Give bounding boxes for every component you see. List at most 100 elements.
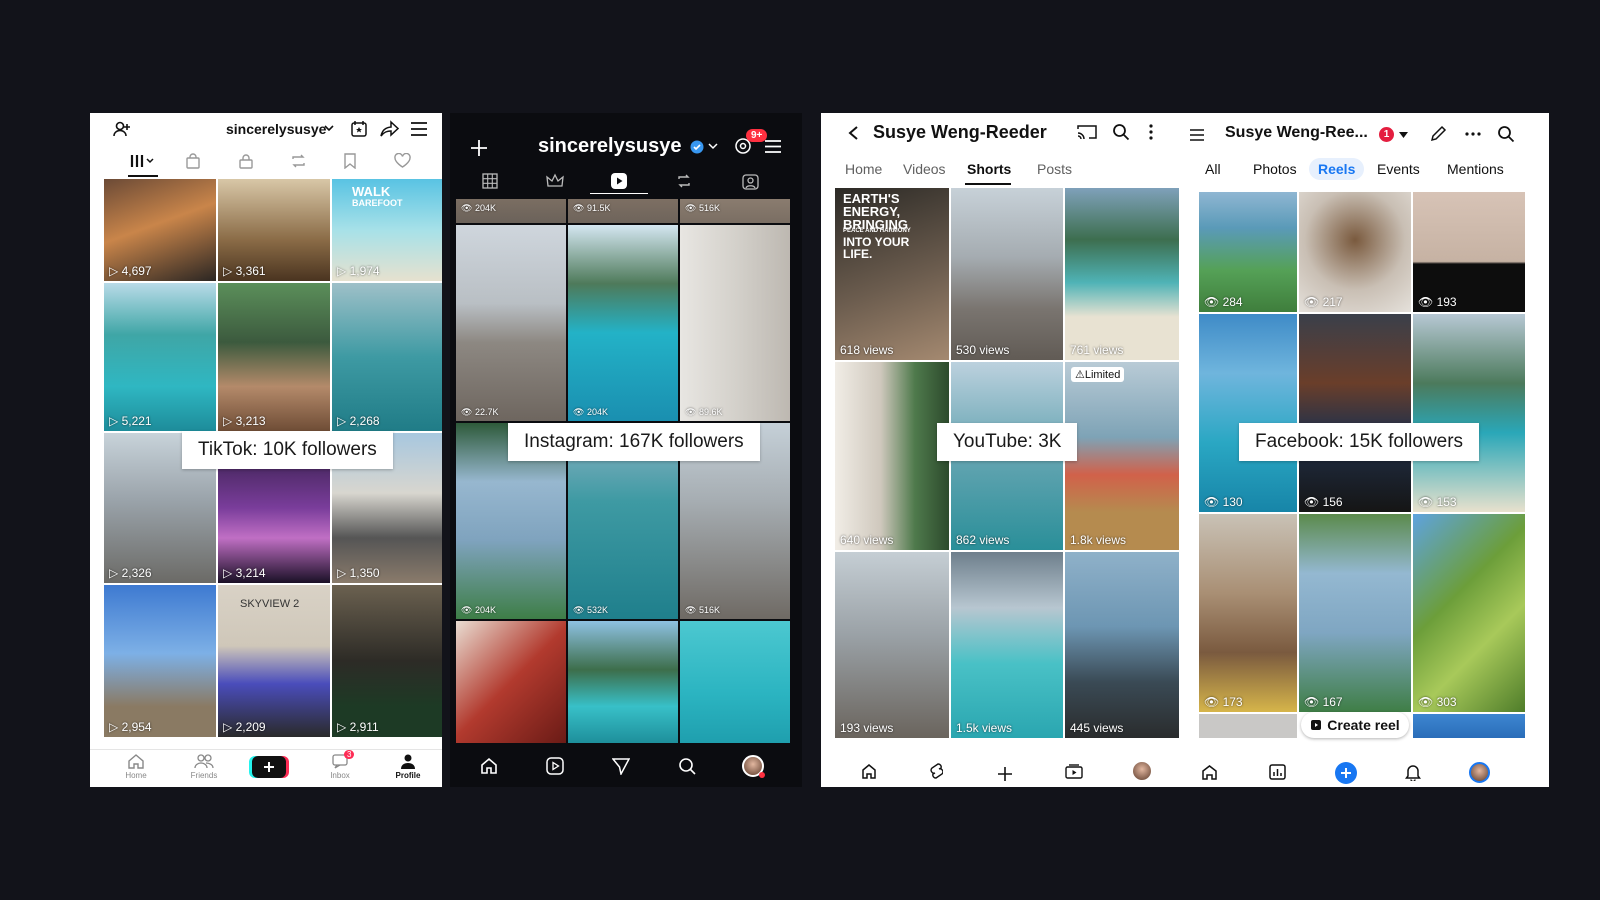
- instagram-username[interactable]: sincerelysusye: [538, 135, 681, 158]
- home-icon[interactable]: [861, 763, 877, 779]
- short-thumbnail[interactable]: 193 views: [835, 552, 949, 738]
- reel-thumbnail[interactable]: 👁 204K: [568, 225, 678, 421]
- back-arrow-icon[interactable]: [847, 125, 859, 141]
- reel-thumbnail[interactable]: 👁 156: [1299, 314, 1411, 512]
- edit-pencil-icon[interactable]: [1430, 125, 1447, 142]
- short-thumbnail[interactable]: 640 views: [835, 362, 949, 550]
- reel-thumbnail[interactable]: 👁 91.5K: [568, 199, 678, 223]
- short-thumbnail[interactable]: 445 views: [1065, 552, 1179, 738]
- lock-icon[interactable]: [238, 153, 254, 169]
- tab-all[interactable]: All: [1205, 161, 1221, 177]
- video-thumbnail[interactable]: ▷ 2,268: [332, 283, 442, 431]
- heart-icon[interactable]: [394, 153, 411, 169]
- nav-profile[interactable]: Profile: [378, 753, 438, 780]
- tagged-tab-icon[interactable]: [742, 173, 759, 190]
- video-thumbnail[interactable]: ▷ 5,221: [104, 283, 216, 431]
- video-thumbnail[interactable]: WALK BAREFOOT ▷ 1,974: [332, 179, 442, 281]
- home-icon[interactable]: [1201, 764, 1218, 780]
- short-thumbnail[interactable]: 761 views: [1065, 188, 1179, 360]
- tab-shorts[interactable]: Shorts: [967, 161, 1011, 177]
- tab-events[interactable]: Events: [1377, 161, 1420, 177]
- avatar[interactable]: [1133, 762, 1151, 780]
- reel-thumbnail[interactable]: 👁 173: [1199, 514, 1297, 712]
- menu-icon[interactable]: [410, 121, 428, 137]
- repost-icon[interactable]: [290, 153, 307, 169]
- reel-thumbnail[interactable]: 👁 22.7K: [456, 225, 566, 421]
- reposts-tab-icon[interactable]: [676, 173, 692, 189]
- share-icon[interactable]: [380, 120, 399, 138]
- short-thumbnail[interactable]: EARTH'S ENERGY, BRINGING PEACE AND HARMO…: [835, 188, 949, 360]
- page-name[interactable]: Susye Weng-Ree...: [1225, 124, 1368, 142]
- insights-icon[interactable]: [1269, 764, 1286, 780]
- add-friend-icon[interactable]: [112, 119, 132, 139]
- reel-thumbnail[interactable]: 👁 153: [1413, 314, 1525, 512]
- plus-icon[interactable]: [470, 139, 488, 157]
- chevron-down-icon[interactable]: [708, 143, 718, 150]
- reel-thumbnail[interactable]: [568, 621, 678, 743]
- video-thumbnail[interactable]: ▷ 2,954: [104, 585, 216, 737]
- more-vertical-icon[interactable]: [1149, 124, 1153, 140]
- tab-videos[interactable]: Videos: [903, 161, 946, 177]
- chevron-down-icon[interactable]: [1399, 132, 1408, 138]
- reel-thumbnail[interactable]: 👁 89.6K: [680, 225, 790, 421]
- bookmark-icon[interactable]: [343, 153, 357, 169]
- create-button[interactable]: [252, 756, 286, 778]
- reels-tab-icon[interactable]: [610, 172, 628, 190]
- menu-icon[interactable]: [764, 139, 782, 154]
- view-count: 👁 516K: [685, 605, 720, 615]
- crown-tab-icon[interactable]: [546, 173, 564, 189]
- cast-icon[interactable]: [1077, 124, 1097, 140]
- subscriptions-icon[interactable]: [1065, 763, 1083, 779]
- avatar[interactable]: [1469, 762, 1490, 783]
- tiktok-followers-label: TikTok: 10K followers: [182, 431, 393, 469]
- short-thumbnail[interactable]: 1.5k views: [951, 552, 1063, 738]
- tab-posts[interactable]: Posts: [1037, 161, 1072, 177]
- grid-tab-icon[interactable]: [130, 153, 156, 169]
- reels-icon[interactable]: [546, 757, 564, 775]
- reel-thumbnail[interactable]: [680, 621, 790, 743]
- reel-thumbnail[interactable]: 👁 303: [1413, 514, 1525, 712]
- nav-friends[interactable]: Friends: [174, 753, 234, 780]
- video-thumbnail[interactable]: ▷ 2,911: [332, 585, 442, 737]
- tiktok-username[interactable]: sincerelysusye: [226, 121, 326, 137]
- video-thumbnail[interactable]: ▷ 3,213: [218, 283, 330, 431]
- tab-reels[interactable]: Reels: [1309, 158, 1365, 180]
- reel-thumbnail[interactable]: 👁 167: [1299, 514, 1411, 712]
- tab-mentions[interactable]: Mentions: [1447, 161, 1504, 177]
- calendar-star-icon[interactable]: [350, 120, 368, 138]
- reel-thumbnail[interactable]: 👁 284: [1199, 192, 1297, 312]
- create-reel-button[interactable]: Create reel: [1301, 712, 1409, 738]
- create-plus-icon[interactable]: [997, 766, 1013, 782]
- bell-icon[interactable]: [1405, 764, 1421, 781]
- short-thumbnail[interactable]: 530 views: [951, 188, 1063, 360]
- video-thumbnail[interactable]: ▷ 4,697: [104, 179, 216, 281]
- reel-thumbnail[interactable]: 👁 204K: [456, 199, 566, 223]
- grid-tab-icon[interactable]: [482, 173, 498, 189]
- nav-home[interactable]: Home: [106, 753, 166, 780]
- short-thumbnail[interactable]: ⚠Limited 1.8k views: [1065, 362, 1179, 550]
- shop-bag-icon[interactable]: [185, 153, 201, 169]
- reel-thumbnail[interactable]: 👁 217: [1299, 192, 1411, 312]
- reel-thumbnail[interactable]: 👁 130: [1199, 314, 1297, 512]
- reel-thumbnail[interactable]: 👁 193: [1413, 192, 1525, 312]
- view-count: 👁 153: [1418, 495, 1457, 509]
- reel-thumbnail[interactable]: [1413, 714, 1525, 738]
- menu-icon[interactable]: [1189, 128, 1205, 142]
- search-icon[interactable]: [1497, 125, 1515, 143]
- video-thumbnail[interactable]: SKYVIEW 2 ▷ 2,209: [218, 585, 330, 737]
- tab-photos[interactable]: Photos: [1253, 161, 1297, 177]
- search-icon[interactable]: [1112, 123, 1130, 141]
- more-horizontal-icon[interactable]: [1465, 132, 1481, 136]
- home-icon[interactable]: [480, 757, 498, 775]
- video-thumbnail[interactable]: ▷ 3,361: [218, 179, 330, 281]
- nav-inbox[interactable]: Inbox 3: [310, 750, 370, 780]
- create-plus-icon[interactable]: [1335, 762, 1357, 784]
- reel-thumbnail[interactable]: 👁 516K: [680, 199, 790, 223]
- search-icon[interactable]: [678, 757, 696, 775]
- shorts-icon[interactable]: [929, 763, 943, 779]
- tab-home[interactable]: Home: [845, 161, 882, 177]
- direct-send-icon[interactable]: [612, 757, 630, 775]
- reel-thumbnail[interactable]: [1199, 714, 1297, 738]
- chevron-down-icon[interactable]: [324, 124, 334, 132]
- reel-thumbnail[interactable]: [456, 621, 566, 743]
